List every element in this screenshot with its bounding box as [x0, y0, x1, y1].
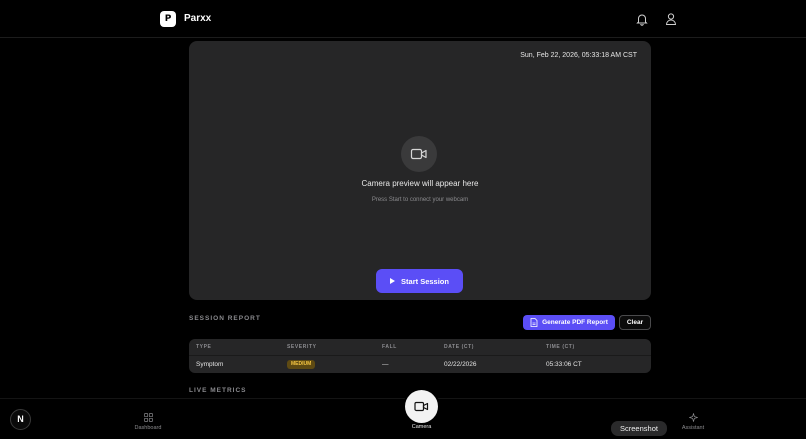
- column-header-fall: FALL: [382, 344, 397, 350]
- bell-icon[interactable]: [635, 12, 649, 26]
- live-metrics-title: LIVE METRICS: [189, 387, 247, 394]
- nav-dashboard-label: Dashboard: [134, 425, 162, 431]
- nav-assistant-label: Assistant: [681, 425, 705, 431]
- session-report-title: SESSION REPORT: [189, 315, 261, 322]
- generate-pdf-button[interactable]: Generate PDF Report: [523, 315, 615, 330]
- generate-pdf-label: Generate PDF Report: [542, 319, 608, 326]
- column-header-date: DATE (CT): [444, 344, 475, 350]
- grid-icon: [143, 413, 153, 422]
- nav-dashboard[interactable]: Dashboard: [128, 413, 168, 431]
- session-report-table: TYPE SEVERITY FALL DATE (CT) TIME (CT) S…: [189, 339, 651, 373]
- cell-severity: MEDIUM: [287, 356, 316, 373]
- user-icon[interactable]: [664, 12, 678, 26]
- nav-assistant[interactable]: Assistant: [673, 413, 713, 431]
- timestamp: Sun, Feb 22, 2026, 05:33:18 AM CST: [520, 52, 637, 59]
- column-header-type: TYPE: [196, 344, 212, 350]
- top-header: P Parxx: [0, 0, 806, 38]
- screenshot-tooltip: Screenshot: [611, 421, 667, 436]
- severity-badge: MEDIUM: [287, 359, 316, 369]
- clear-button[interactable]: Clear: [619, 315, 651, 330]
- preview-subtitle: Press Start to connect your webcam: [371, 197, 469, 203]
- column-header-severity: SEVERITY: [287, 344, 317, 350]
- cell-fall: —: [382, 361, 389, 368]
- table-header: TYPE SEVERITY FALL DATE (CT) TIME (CT): [189, 339, 651, 356]
- start-session-label: Start Session: [401, 276, 449, 286]
- cell-type: Symptom: [196, 361, 224, 368]
- camera-placeholder: [401, 136, 437, 172]
- cell-date: 02/22/2026: [444, 361, 477, 368]
- app-logo[interactable]: P: [160, 11, 176, 27]
- video-camera-icon: [410, 148, 427, 160]
- table-row: Symptom MEDIUM — 02/22/2026 05:33:06 CT: [189, 356, 651, 373]
- cell-time: 05:33:06 CT: [546, 361, 582, 368]
- app-name[interactable]: Parxx: [184, 13, 211, 24]
- avatar[interactable]: N: [10, 409, 31, 430]
- camera-preview-panel: Sun, Feb 22, 2026, 05:33:18 AM CST Camer…: [189, 41, 651, 300]
- sparkle-icon: [688, 413, 698, 422]
- play-icon: [390, 278, 396, 284]
- preview-title: Camera preview will appear here: [361, 179, 479, 188]
- video-camera-icon: [414, 401, 429, 412]
- column-header-time: TIME (CT): [546, 344, 575, 350]
- nav-camera-label[interactable]: Camera: [405, 424, 438, 430]
- start-session-button[interactable]: Start Session: [376, 269, 463, 293]
- document-icon: [530, 318, 538, 327]
- camera-fab-button[interactable]: [405, 390, 438, 423]
